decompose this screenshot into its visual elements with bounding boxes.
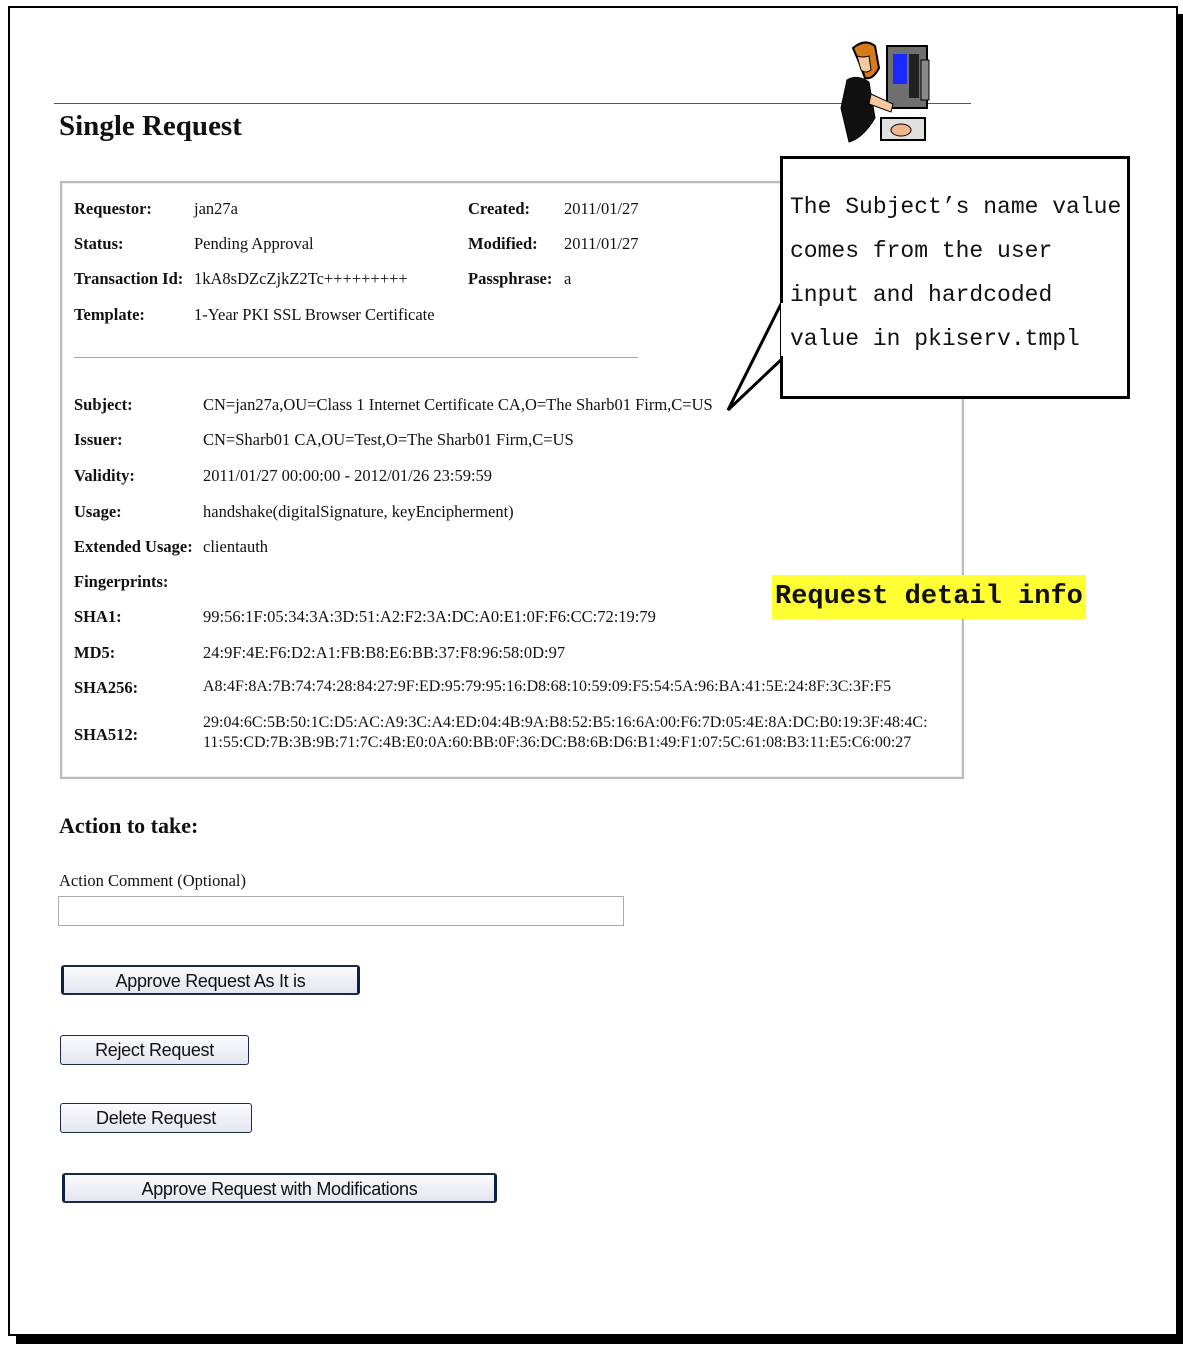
extended-usage-value: clientauth	[203, 537, 269, 556]
extended-usage-label: Extended Usage:	[74, 537, 193, 556]
subject-value: CN=jan27a,OU=Class 1 Internet Certificat…	[203, 395, 713, 414]
action-comment-input[interactable]	[58, 896, 624, 926]
status-label: Status:	[74, 234, 124, 253]
annotation-callout-text: The Subject’s name value comes from the …	[790, 194, 1122, 352]
requestor-label: Requestor:	[74, 199, 152, 218]
request-detail-highlight: Request detail info	[772, 575, 1086, 619]
modified-label: Modified:	[468, 234, 538, 253]
page-title: Single Request	[59, 110, 242, 142]
sha256-label: SHA256:	[74, 678, 139, 697]
usage-value: handshake(digitalSignature, keyEncipherm…	[203, 502, 514, 521]
requestor-value: jan27a	[194, 199, 238, 218]
reject-request-button[interactable]: Reject Request	[60, 1035, 249, 1065]
sha1-value: 99:56:1F:05:34:3A:3D:51:A2:F2:3A:DC:A0:E…	[203, 607, 656, 626]
validity-label: Validity:	[74, 466, 135, 485]
issuer-label: Issuer:	[74, 430, 123, 449]
usage-label: Usage:	[74, 502, 122, 521]
created-label: Created:	[468, 199, 531, 218]
subject-label: Subject:	[74, 395, 133, 414]
md5-value: 24:9F:4E:F6:D2:A1:FB:B8:E6:BB:37:F8:96:5…	[203, 643, 566, 662]
person-at-computer-icon	[840, 41, 930, 143]
action-comment-label: Action Comment (Optional)	[59, 871, 246, 890]
action-section-title: Action to take:	[59, 813, 199, 838]
approve-request-button[interactable]: Approve Request As It is	[61, 965, 360, 995]
status-value: Pending Approval	[194, 234, 314, 253]
passphrase-label: Passphrase:	[468, 269, 553, 288]
header-divider	[54, 103, 971, 104]
sha512-label: SHA512:	[74, 725, 139, 744]
panel-divider	[74, 357, 638, 358]
passphrase-value: a	[564, 269, 572, 288]
transaction-label: Transaction Id:	[74, 269, 184, 288]
sha256-value: A8:4F:8A:7B:74:74:28:84:27:9F:ED:95:79:9…	[203, 678, 892, 695]
modified-value: 2011/01/27	[564, 234, 639, 253]
fingerprints-label: Fingerprints:	[74, 572, 169, 591]
sha512-line-2: 11:55:CD:7B:3B:9B:71:7C:4B:E0:0A:60:BB:0…	[203, 734, 912, 751]
transaction-value: 1kA8sDZcZjkZ2Tc+++++++++	[194, 269, 408, 288]
sha512-value: 29:04:6C:5B:50:1C:D5:AC:A9:3C:A4:ED:04:4…	[203, 713, 928, 753]
issuer-value: CN=Sharb01 CA,OU=Test,O=The Sharb01 Firm…	[203, 430, 574, 449]
validity-value: 2011/01/27 00:00:00 - 2012/01/26 23:59:5…	[203, 466, 493, 485]
created-value: 2011/01/27	[564, 199, 639, 218]
delete-request-button[interactable]: Delete Request	[60, 1103, 252, 1133]
template-label: Template:	[74, 305, 145, 324]
template-value: 1-Year PKI SSL Browser Certificate	[194, 305, 435, 324]
md5-label: MD5:	[74, 643, 116, 662]
sha1-label: SHA1:	[74, 607, 122, 626]
approve-with-modifications-button[interactable]: Approve Request with Modifications	[62, 1173, 497, 1203]
sha512-line-1: 29:04:6C:5B:50:1C:D5:AC:A9:3C:A4:ED:04:4…	[203, 714, 928, 731]
